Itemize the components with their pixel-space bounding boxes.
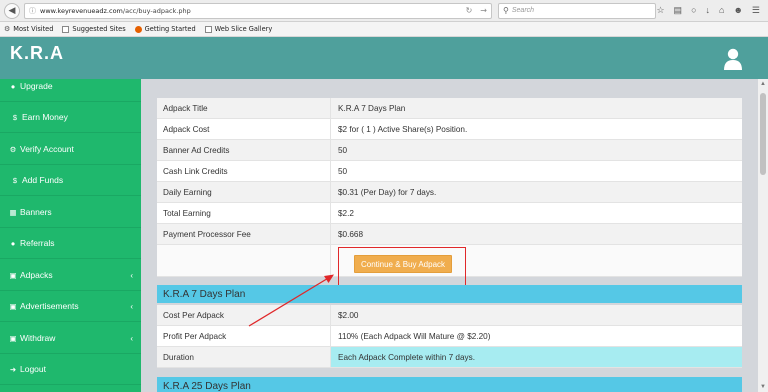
sidebar-item-upgrade[interactable]: ● Upgrade xyxy=(0,71,141,102)
plan-25-days-header: K.R.A 25 Days Plan xyxy=(157,377,742,392)
chevron-left-icon: ‹ xyxy=(130,270,133,280)
sidebar: ● Upgrade $ Earn Money ⚙ Verify Account … xyxy=(0,79,141,392)
bookmark-web-slice-gallery[interactable]: Web Slice Gallery xyxy=(204,25,272,33)
arrow-right-icon[interactable]: → xyxy=(480,6,487,15)
star-icon[interactable]: ☆ xyxy=(656,5,664,16)
scrollbar[interactable]: ▲ ▼ xyxy=(758,79,768,392)
table-row: Banner Ad Credits 50 xyxy=(157,140,742,161)
table-row: Adpack Cost $2 for ( 1 ) Active Share(s)… xyxy=(157,119,742,140)
table-row: Total Earning $2.2 xyxy=(157,203,742,224)
info-icon: ⓘ xyxy=(29,6,36,15)
button-row: Continue & Buy Adpack xyxy=(157,245,742,289)
sidebar-item-earn-money[interactable]: $ Earn Money xyxy=(0,102,141,133)
firefox-icon xyxy=(134,25,142,33)
brand-logo[interactable]: K.R.A xyxy=(10,43,64,64)
dollar-icon: $ xyxy=(12,175,18,185)
bookmark-suggested-sites[interactable]: Suggested Sites xyxy=(62,25,126,33)
sidebar-item-withdraw[interactable]: ▣ Withdraw ‹ xyxy=(0,323,141,354)
url-bar[interactable]: ⓘ www.keyrevenueadz.com/acc/buy-adpack.p… xyxy=(24,2,492,19)
bookmark-getting-started[interactable]: Getting Started xyxy=(134,25,196,33)
download-icon[interactable]: ↓ xyxy=(706,5,711,16)
chat-icon[interactable]: ☻ xyxy=(733,5,742,16)
user-icon: ● xyxy=(10,81,16,91)
scroll-up-icon[interactable]: ▲ xyxy=(759,81,767,87)
plan-7-days-table: Cost Per Adpack $2.00 Profit Per Adpack … xyxy=(157,305,742,368)
page-icon xyxy=(204,25,212,33)
table-row: Cash Link Credits 50 xyxy=(157,161,742,182)
chevron-left-icon: ‹ xyxy=(130,301,133,311)
dollar-icon: $ xyxy=(12,112,18,122)
pocket-icon[interactable]: ○ xyxy=(691,5,696,16)
bookmark-most-visited[interactable]: ⚙ Most Visited xyxy=(4,25,53,33)
adpack-details-table: Adpack Title K.R.A 7 Days Plan Adpack Co… xyxy=(157,98,742,289)
scroll-thumb[interactable] xyxy=(760,93,766,175)
sidebar-item-adpacks[interactable]: ▣ Adpacks ‹ xyxy=(0,260,141,291)
back-button[interactable]: ◀ xyxy=(4,2,20,19)
chevron-left-icon: ‹ xyxy=(130,333,133,343)
main-content: Adpack Title K.R.A 7 Days Plan Adpack Co… xyxy=(141,79,758,392)
sidebar-item-referrals[interactable]: ● Referrals xyxy=(0,228,141,259)
table-row: Profit Per Adpack 110% (Each Adpack Will… xyxy=(157,326,742,347)
home-icon[interactable]: ⌂ xyxy=(719,5,724,16)
search-placeholder: Search xyxy=(511,7,535,14)
box-icon: ▣ xyxy=(9,270,17,280)
page-icon xyxy=(62,25,70,33)
url-text: www.keyrevenueadz.com/acc/buy-adpack.php xyxy=(40,6,191,15)
plan-7-days-header: K.R.A 7 Days Plan xyxy=(157,285,742,303)
table-row: Cost Per Adpack $2.00 xyxy=(157,305,742,326)
user-icon[interactable] xyxy=(724,48,742,70)
table-icon: ▦ xyxy=(9,207,17,217)
sidebar-item-banners[interactable]: ▦ Banners xyxy=(0,197,141,228)
gear-icon: ⚙ xyxy=(9,144,17,154)
table-row: Daily Earning $0.31 (Per Day) for 7 days… xyxy=(157,182,742,203)
search-input[interactable]: ⚲ Search xyxy=(498,2,656,19)
sidebar-item-add-funds[interactable]: $ Add Funds xyxy=(0,165,141,196)
clipboard-icon[interactable]: ▤ xyxy=(674,5,683,16)
logout-icon: ➜ xyxy=(9,364,17,374)
box-icon: ▣ xyxy=(9,301,17,311)
user-icon: ● xyxy=(10,238,16,248)
table-row: Duration Each Adpack Complete within 7 d… xyxy=(157,347,742,368)
table-row: Payment Processor Fee $0.668 xyxy=(157,224,742,245)
sidebar-item-advertisements[interactable]: ▣ Advertisements ‹ xyxy=(0,291,141,322)
sidebar-item-verify-account[interactable]: ⚙ Verify Account xyxy=(0,134,141,165)
reload-icon[interactable]: ↻ xyxy=(466,6,473,15)
gear-icon: ⚙ xyxy=(4,25,11,33)
menu-icon[interactable]: ☰ xyxy=(752,5,760,16)
scroll-down-icon[interactable]: ▼ xyxy=(759,384,767,390)
browser-toolbar: ◀ ⓘ www.keyrevenueadz.com/acc/buy-adpack… xyxy=(0,0,768,22)
annotation-highlight-box xyxy=(338,247,466,289)
sidebar-item-logout[interactable]: ➜ Logout xyxy=(0,354,141,385)
bookmarks-bar: ⚙ Most Visited Suggested Sites Getting S… xyxy=(0,22,768,37)
table-row: Adpack Title K.R.A 7 Days Plan xyxy=(157,98,742,119)
search-icon: ⚲ xyxy=(503,6,509,15)
box-icon: ▣ xyxy=(9,333,17,343)
